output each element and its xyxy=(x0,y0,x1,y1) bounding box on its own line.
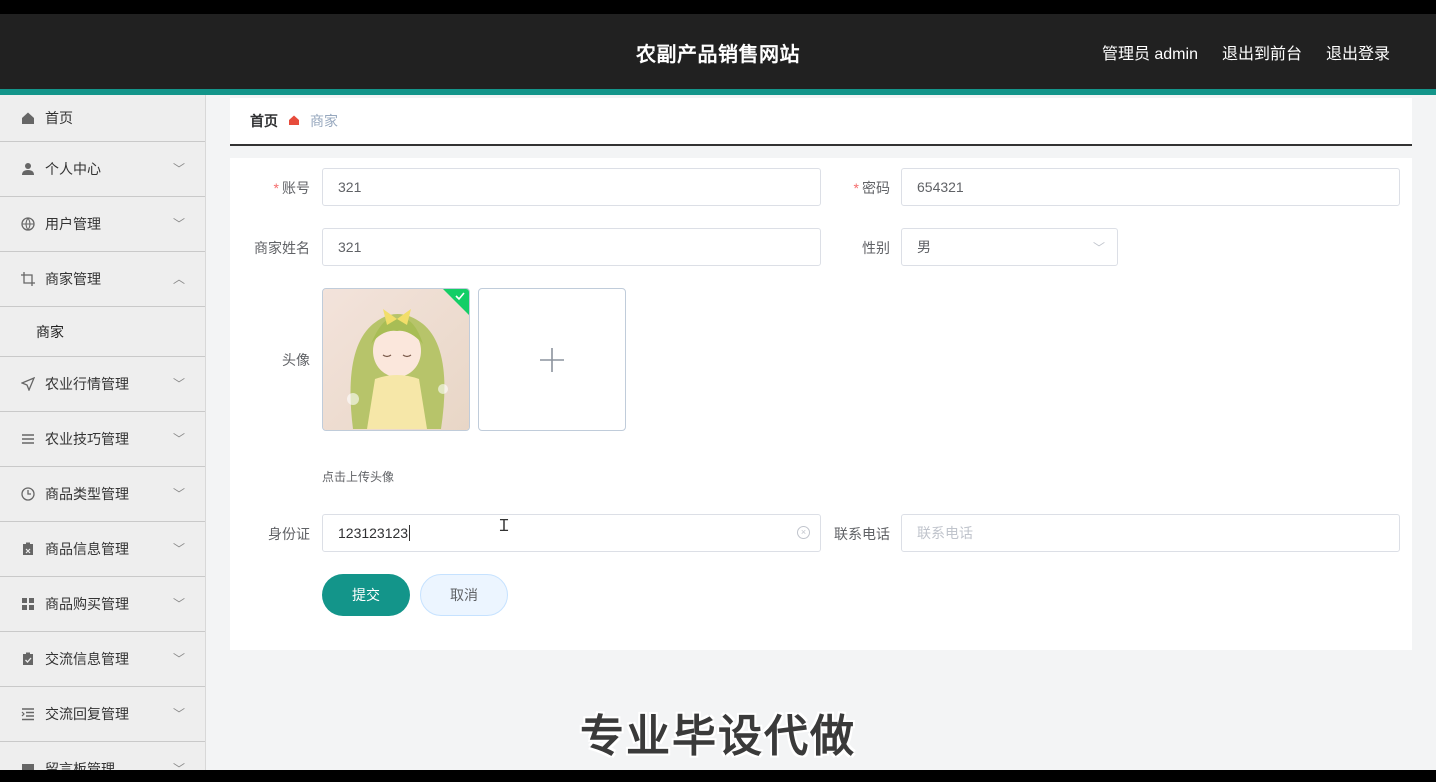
sidebar-item-label: 交流信息管理 xyxy=(45,651,129,667)
sidebar-item-personal-center[interactable]: 个人中心 ﹀ xyxy=(0,142,205,197)
home-separator-icon xyxy=(288,114,300,129)
bottom-letterbox xyxy=(0,770,1436,782)
sidebar-item-goods-type[interactable]: 商品类型管理 ﹀ xyxy=(0,467,205,522)
sidebar-item-label: 农业行情管理 xyxy=(45,376,129,392)
phone-field[interactable]: 联系电话 xyxy=(901,514,1400,552)
app-frame: 农副产品销售网站 管理员 admin 退出到前台 退出登录 首页 个人中心 ﹀ … xyxy=(0,0,1436,782)
id-card-label: 身份证 xyxy=(268,526,310,542)
sidebar-item-label: 首页 xyxy=(45,110,73,126)
checklist-icon xyxy=(20,651,36,667)
password-field[interactable]: 654321 xyxy=(901,168,1400,206)
account-field[interactable]: 321 xyxy=(322,168,821,206)
chevron-down-icon: ﹀ xyxy=(172,162,185,176)
top-header: 农副产品销售网站 管理员 admin 退出到前台 退出登录 xyxy=(0,14,1436,90)
submit-button[interactable]: 提交 xyxy=(322,574,410,616)
sidebar-item-goods-info[interactable]: 商品信息管理 ﹀ xyxy=(0,522,205,577)
chevron-up-icon: ︿ xyxy=(172,272,185,286)
merchant-name-field[interactable]: 321 xyxy=(322,228,821,266)
chevron-down-icon: ﹀ xyxy=(172,432,185,446)
text-caret xyxy=(409,525,411,541)
sidebar-item-label: 商品购买管理 xyxy=(45,596,129,612)
sidebar-item-agri-market[interactable]: 农业行情管理 ﹀ xyxy=(0,357,205,412)
home-icon xyxy=(20,110,36,126)
breadcrumb-home[interactable]: 首页 xyxy=(250,111,278,131)
sidebar-item-label: 商家管理 xyxy=(45,271,101,287)
chevron-down-icon: ﹀ xyxy=(172,597,185,611)
header-nav: 管理员 admin 退出到前台 退出登录 xyxy=(1102,40,1390,64)
avatar-upload-button[interactable] xyxy=(478,288,626,431)
sidebar-item-label: 用户管理 xyxy=(45,216,101,232)
id-card-value: 123123123 xyxy=(338,525,409,541)
clock-icon xyxy=(20,486,36,502)
sidebar-item-label: 商品信息管理 xyxy=(45,541,129,557)
sidebar: 首页 个人中心 ﹀ 用户管理 ﹀ 商家管理 ︿ 商家 农业行情管理 ﹀ 农业技巧… xyxy=(0,95,206,770)
list-icon xyxy=(20,431,36,447)
user-icon xyxy=(20,161,36,177)
top-letterbox xyxy=(0,0,1436,14)
chevron-down-icon: ﹀ xyxy=(172,542,185,556)
main-content: 首页 商家 * 账号 321 * 密码 654321 商家姓名 321 性别 男 ﹀… xyxy=(230,98,1412,650)
gender-label: 性别 xyxy=(862,240,890,256)
watermark-text: 专业毕设代做 xyxy=(580,712,856,761)
chevron-down-icon: ﹀ xyxy=(172,652,185,666)
back-to-front-link[interactable]: 退出到前台 xyxy=(1222,40,1302,64)
avatar-hint: 点击上传头像 xyxy=(322,470,395,484)
chevron-down-icon: ﹀ xyxy=(172,217,185,231)
chevron-down-icon: ﹀ xyxy=(172,487,185,501)
globe-icon xyxy=(20,216,36,232)
sidebar-item-goods-purchase[interactable]: 商品购买管理 ﹀ xyxy=(0,577,205,632)
cancel-button[interactable]: 取消 xyxy=(420,574,508,616)
breadcrumb: 首页 商家 xyxy=(230,98,1412,146)
chevron-down-icon: ﹀ xyxy=(1092,241,1105,255)
sidebar-subitem-merchant[interactable]: 商家 xyxy=(0,307,205,357)
sidebar-item-merchant-management[interactable]: 商家管理 ︿ xyxy=(0,252,205,307)
sidebar-item-exchange-info[interactable]: 交流信息管理 ﹀ xyxy=(0,632,205,687)
sidebar-item-home[interactable]: 首页 xyxy=(0,95,205,142)
password-label: * 密码 xyxy=(853,180,890,196)
phone-label: 联系电话 xyxy=(834,526,890,542)
clipboard-icon xyxy=(20,541,36,557)
id-card-field[interactable]: 123123123 × xyxy=(322,514,821,552)
merchant-form: *账号 321 *密码 654321 商家姓名 321 性别 男 ﹀ 头像 xyxy=(230,158,1412,650)
logout-link[interactable]: 退出登录 xyxy=(1326,40,1390,64)
grid-icon xyxy=(20,596,36,612)
breadcrumb-current: 商家 xyxy=(310,113,338,129)
sidebar-item-label: 农业技巧管理 xyxy=(45,431,129,447)
sidebar-item-agri-skills[interactable]: 农业技巧管理 ﹀ xyxy=(0,412,205,467)
merchant-name-label: 商家姓名 xyxy=(254,240,310,256)
clear-icon[interactable]: × xyxy=(797,526,810,539)
gender-select-value: 男 xyxy=(917,239,931,255)
text-cursor-icon: Ｉ xyxy=(496,518,513,535)
header-accent-bar xyxy=(0,89,1436,95)
admin-user-label[interactable]: 管理员 admin xyxy=(1102,40,1198,64)
avatar-preview[interactable] xyxy=(322,288,470,431)
upload-success-icon xyxy=(443,289,469,315)
sidebar-item-user-management[interactable]: 用户管理 ﹀ xyxy=(0,197,205,252)
account-label: * 账号 xyxy=(273,180,310,196)
sidebar-subitem-label: 商家 xyxy=(36,323,64,340)
plus-icon xyxy=(540,347,564,372)
crop-icon xyxy=(20,271,36,287)
send-icon xyxy=(20,376,36,392)
sidebar-item-label: 个人中心 xyxy=(45,161,101,177)
gender-select[interactable]: 男 ﹀ xyxy=(901,228,1118,266)
chevron-down-icon: ﹀ xyxy=(172,377,185,391)
sidebar-item-label: 商品类型管理 xyxy=(45,486,129,502)
avatar-label: 头像 xyxy=(282,352,310,368)
